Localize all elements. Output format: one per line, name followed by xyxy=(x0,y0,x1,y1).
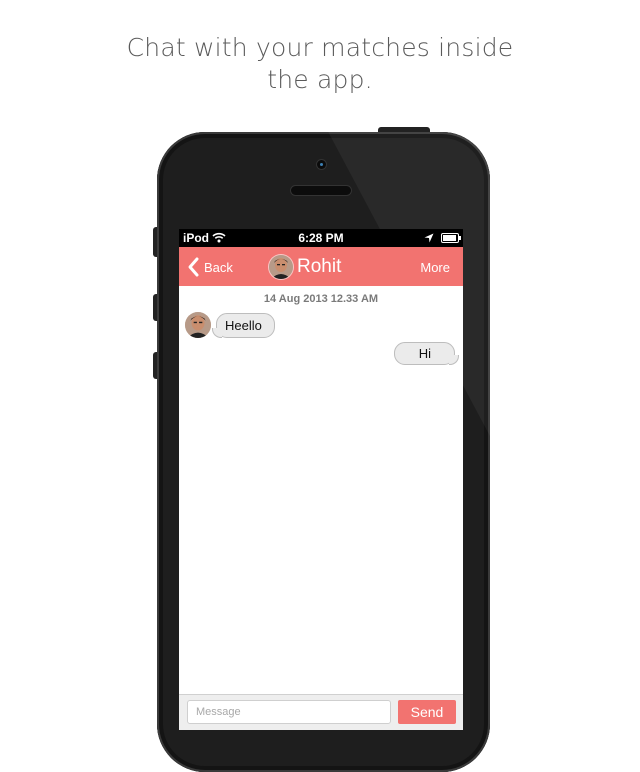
marketing-caption: Chat with your matches inside the app. xyxy=(0,32,640,96)
back-button[interactable]: Back xyxy=(186,255,233,279)
chevron-left-icon xyxy=(186,256,202,278)
back-label: Back xyxy=(204,259,233,275)
incoming-message-bubble: Heello xyxy=(212,312,275,338)
message-input[interactable] xyxy=(187,700,391,724)
incoming-message: Heello xyxy=(185,312,275,338)
avatar xyxy=(269,255,293,279)
caption-line-2: the app. xyxy=(267,65,373,94)
message-timestamp: 14 Aug 2013 12.33 AM xyxy=(263,293,379,305)
outgoing-message: Hi xyxy=(393,342,455,365)
chat-title[interactable]: Rohit xyxy=(269,254,341,280)
outgoing-message-bubble: Hi xyxy=(393,342,455,365)
chat-header: Back Rohit More xyxy=(179,247,463,286)
front-camera xyxy=(317,160,326,169)
send-button[interactable]: Send xyxy=(398,700,456,724)
status-time: 6:28 PM xyxy=(298,231,344,245)
message-composer: Send xyxy=(179,694,463,730)
location-arrow-icon xyxy=(424,232,434,246)
avatar xyxy=(185,312,211,338)
status-bar: iPod 6:28 PM xyxy=(179,229,463,247)
caption-line-1: Chat with your matches inside xyxy=(126,33,514,62)
earpiece-speaker xyxy=(291,186,351,195)
contact-name: Rohit xyxy=(297,256,342,277)
battery-icon xyxy=(441,233,461,243)
more-button[interactable]: More xyxy=(420,260,450,275)
chat-screen: iPod 6:28 PM Back Rohit More 14 Aug 2013… xyxy=(179,229,463,730)
